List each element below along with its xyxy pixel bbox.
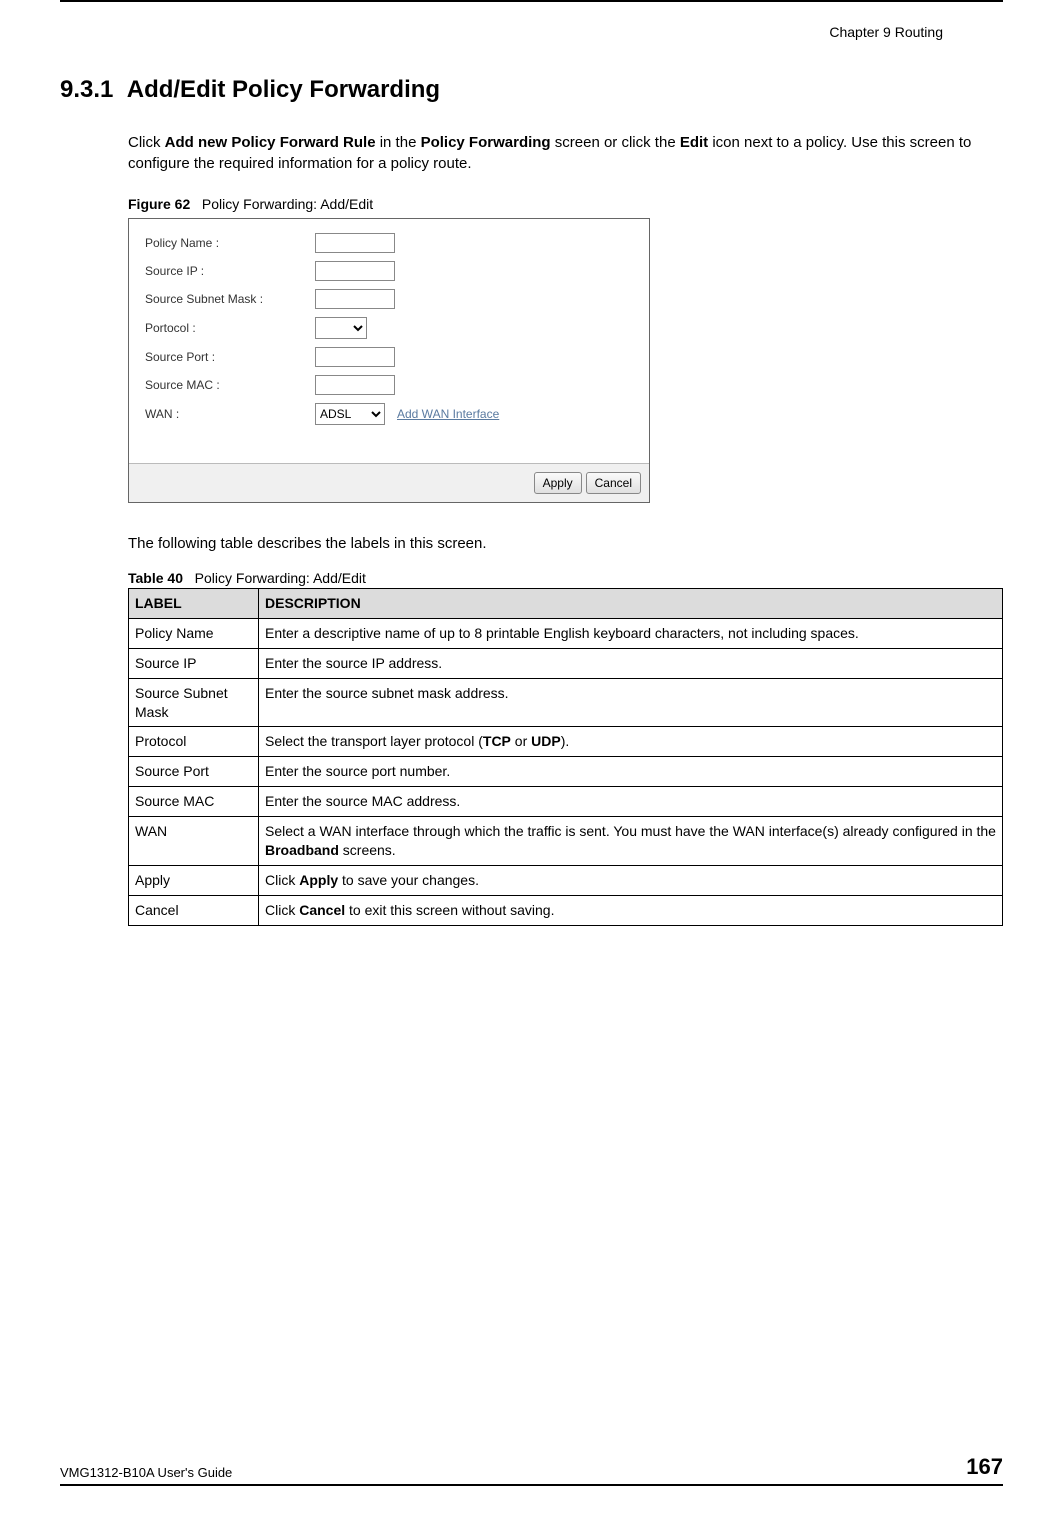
table-caption-text: Policy Forwarding: Add/Edit [195,570,366,586]
cancel-button[interactable]: Cancel [586,472,641,494]
post-figure-paragraph: The following table describes the labels… [128,535,1003,552]
cell-label: Source MAC [129,787,259,817]
form-row-wan: WAN : ADSL Add WAN Interface [145,403,633,425]
protocol-select[interactable] [315,317,367,339]
dialog-button-bar: Apply Cancel [129,463,649,502]
table-row: Source Subnet Mask Enter the source subn… [129,678,1003,727]
cell-label: Source Port [129,757,259,787]
form-row-source-subnet: Source Subnet Mask : [145,289,633,309]
label-protocol: Portocol : [145,321,315,335]
form-row-source-ip: Source IP : [145,261,633,281]
page-content: 9.3.1 Add/Edit Policy Forwarding Click A… [0,76,1063,926]
cell-desc: Select a WAN interface through which the… [259,817,1003,866]
figure-label: Figure 62 [128,196,190,212]
page-number: 167 [966,1454,1003,1480]
form-row-source-mac: Source MAC : [145,375,633,395]
table-row: Cancel Click Cancel to exit this screen … [129,895,1003,925]
table-header-description: DESCRIPTION [259,589,1003,619]
intro-paragraph: Click Add new Policy Forward Rule in the… [128,132,1003,174]
cell-desc: Enter the source IP address. [259,648,1003,678]
labels-description-table: LABEL DESCRIPTION Policy Name Enter a de… [128,588,1003,926]
footer-guide-name: VMG1312-B10A User's Guide [60,1465,232,1480]
table-header-row: LABEL DESCRIPTION [129,589,1003,619]
policy-name-input[interactable] [315,233,395,253]
cell-desc: Enter the source port number. [259,757,1003,787]
table-caption: Table 40 Policy Forwarding: Add/Edit [128,570,1003,586]
cell-desc: Click Apply to save your changes. [259,865,1003,895]
table-label: Table 40 [128,570,183,586]
table-row: Protocol Select the transport layer prot… [129,727,1003,757]
label-policy-name: Policy Name : [145,236,315,250]
cell-desc: Enter a descriptive name of up to 8 prin… [259,618,1003,648]
cell-desc: Enter the source subnet mask address. [259,678,1003,727]
dialog-form: Policy Name : Source IP : Source Subnet … [129,219,649,463]
cell-label: WAN [129,817,259,866]
cell-label: Policy Name [129,618,259,648]
figure-caption-text: Policy Forwarding: Add/Edit [202,196,373,212]
cell-desc: Select the transport layer protocol (TCP… [259,727,1003,757]
add-wan-interface-link[interactable]: Add WAN Interface [397,407,499,421]
table-row: Source IP Enter the source IP address. [129,648,1003,678]
source-ip-input[interactable] [315,261,395,281]
table-row: WAN Select a WAN interface through which… [129,817,1003,866]
cell-label: Source Subnet Mask [129,678,259,727]
chapter-label: Chapter 9 Routing [829,24,943,40]
cell-label: Cancel [129,895,259,925]
form-row-policy-name: Policy Name : [145,233,633,253]
apply-button[interactable]: Apply [534,472,582,494]
cell-desc: Click Cancel to exit this screen without… [259,895,1003,925]
label-source-ip: Source IP : [145,264,315,278]
table-row: Apply Click Apply to save your changes. [129,865,1003,895]
source-mac-input[interactable] [315,375,395,395]
page-header: Chapter 9 Routing [60,0,1003,40]
page-footer: VMG1312-B10A User's Guide 167 [60,1454,1003,1486]
table-header-label: LABEL [129,589,259,619]
table-row: Policy Name Enter a descriptive name of … [129,618,1003,648]
cell-label: Source IP [129,648,259,678]
table-row: Source Port Enter the source port number… [129,757,1003,787]
cell-desc: Enter the source MAC address. [259,787,1003,817]
cell-label: Apply [129,865,259,895]
table-row: Source MAC Enter the source MAC address. [129,787,1003,817]
wan-select[interactable]: ADSL [315,403,385,425]
form-row-protocol: Portocol : [145,317,633,339]
label-source-port: Source Port : [145,350,315,364]
source-subnet-input[interactable] [315,289,395,309]
label-source-subnet: Source Subnet Mask : [145,292,315,306]
form-row-source-port: Source Port : [145,347,633,367]
section-title: Add/Edit Policy Forwarding [127,76,440,103]
figure-caption: Figure 62 Policy Forwarding: Add/Edit [128,196,1003,212]
section-number: 9.3.1 [60,76,113,103]
figure-screenshot: Policy Name : Source IP : Source Subnet … [128,218,650,503]
section-heading: 9.3.1 Add/Edit Policy Forwarding [60,76,1003,104]
label-wan: WAN : [145,407,315,421]
source-port-input[interactable] [315,347,395,367]
label-source-mac: Source MAC : [145,378,315,392]
cell-label: Protocol [129,727,259,757]
